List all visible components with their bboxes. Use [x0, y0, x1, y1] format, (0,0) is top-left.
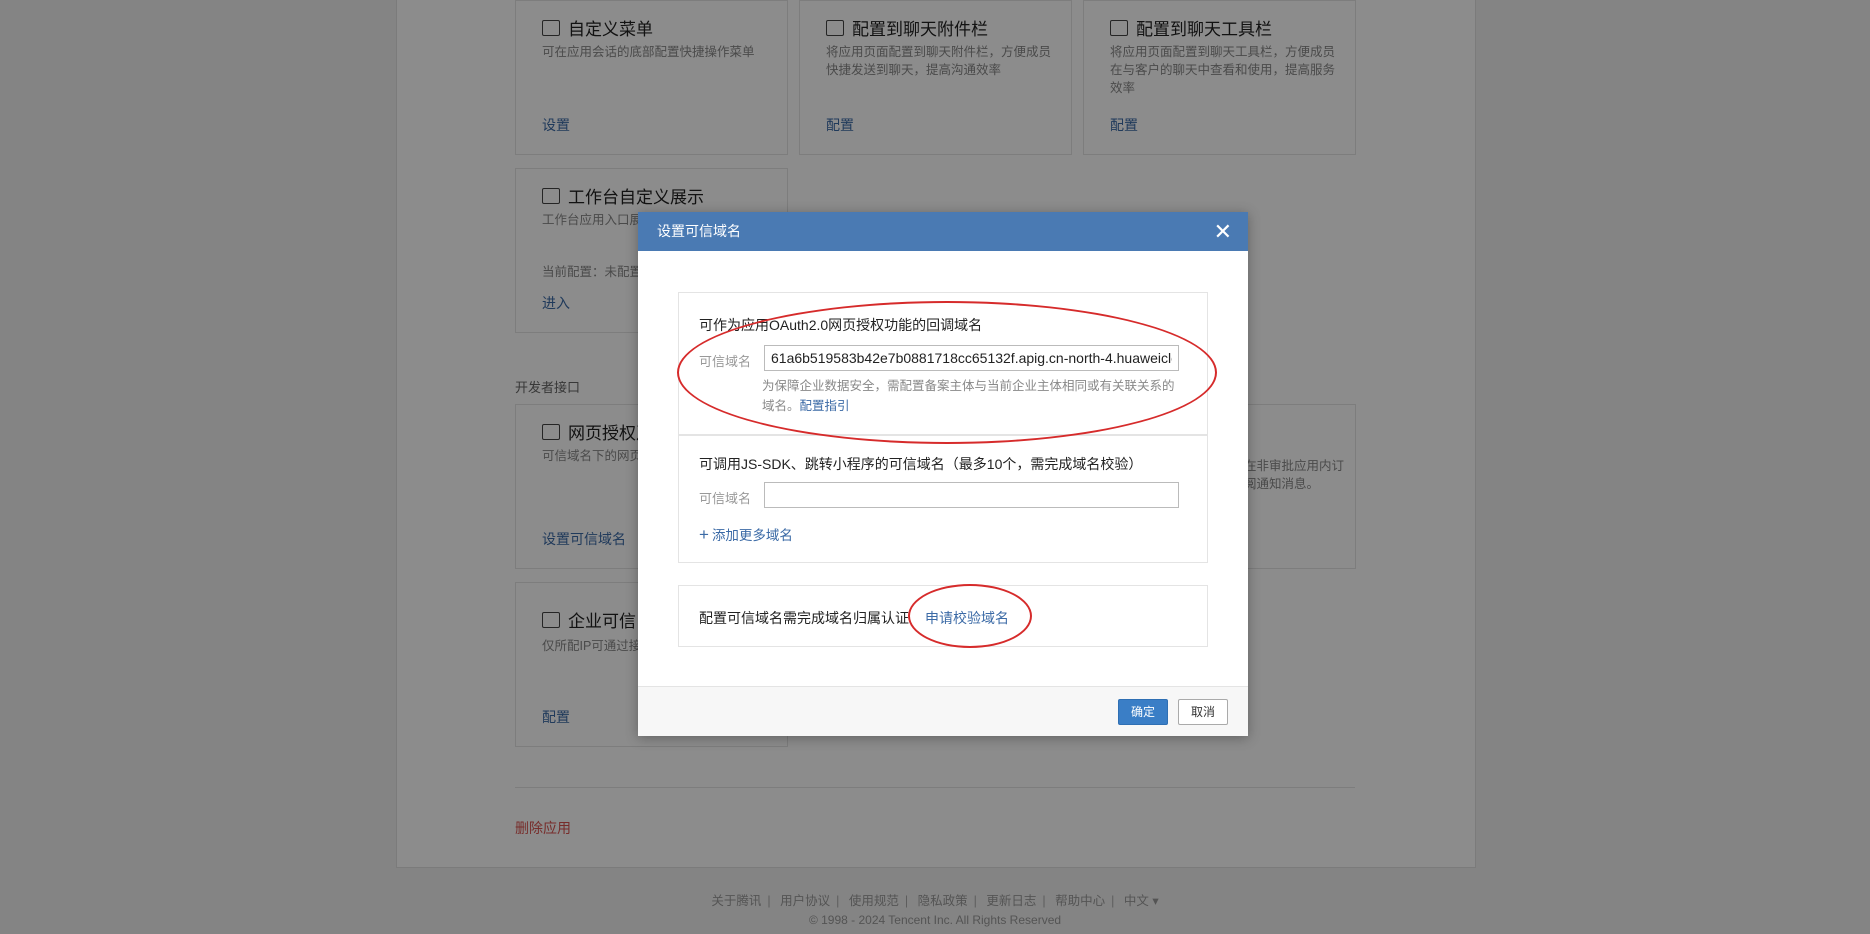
oauth-help-text: 为保障企业数据安全，需配置备案主体与当前企业主体相同或有关联关系的域名。配置指引: [762, 379, 1175, 413]
config-guide-link[interactable]: 配置指引: [800, 399, 850, 413]
close-icon[interactable]: ✕: [1214, 212, 1232, 251]
jssdk-domain-section: 可调用JS-SDK、跳转小程序的可信域名（最多10个，需完成域名校验） 可信域名…: [678, 435, 1208, 563]
oauth-heading: 可作为应用OAuth2.0网页授权功能的回调域名: [699, 317, 983, 333]
oauth-field-label: 可信域名: [699, 354, 752, 369]
jssdk-field-label: 可信域名: [699, 491, 752, 506]
jssdk-heading: 可调用JS-SDK、跳转小程序的可信域名（最多10个，需完成域名校验）: [699, 456, 1143, 472]
oauth-domain-section: 可作为应用OAuth2.0网页授权功能的回调域名 可信域名 为保障企业数据安全，…: [678, 292, 1208, 435]
jssdk-domain-input[interactable]: [764, 482, 1179, 508]
trusted-domain-dialog: 设置可信域名 ✕ 可作为应用OAuth2.0网页授权功能的回调域名 可信域名 为…: [638, 212, 1248, 736]
confirm-button[interactable]: 确定: [1118, 699, 1168, 725]
dialog-footer: 确定 取消: [638, 686, 1248, 736]
verify-section: 配置可信域名需完成域名归属认证 申请校验域名: [678, 585, 1208, 647]
plus-icon: +: [699, 525, 709, 544]
dialog-title: 设置可信域名: [657, 223, 741, 239]
apply-verify-domain-link[interactable]: 申请校验域名: [925, 608, 1009, 628]
oauth-domain-input[interactable]: [764, 345, 1179, 371]
dialog-header: 设置可信域名 ✕: [638, 212, 1248, 251]
verify-text: 配置可信域名需完成域名归属认证: [699, 610, 909, 626]
cancel-button[interactable]: 取消: [1178, 699, 1228, 725]
add-more-domain-button[interactable]: + 添加更多域名: [699, 524, 793, 545]
